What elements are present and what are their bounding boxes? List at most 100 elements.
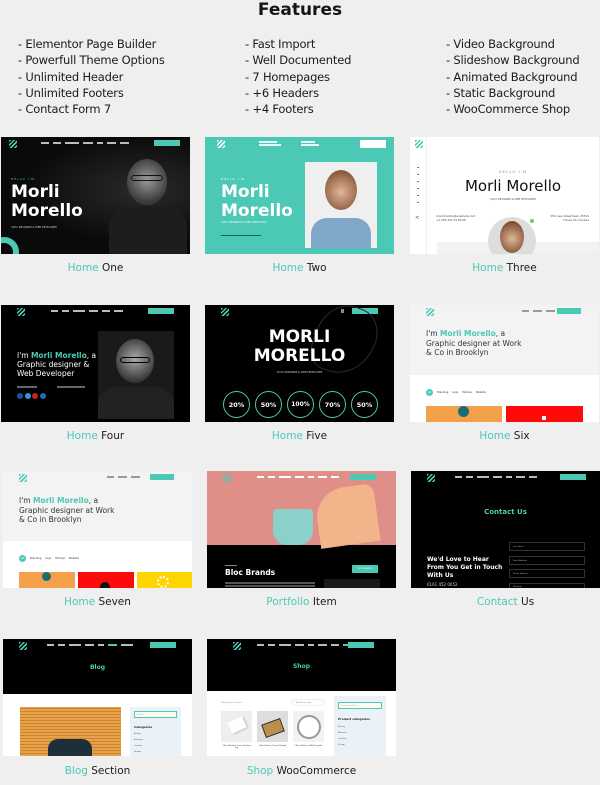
demo-card-home-two[interactable]: HELLO I'M Morli Morello UI/UX DESIGNER &… — [205, 137, 394, 274]
hero-name: MORLI MORELLO — [205, 328, 394, 366]
logo-icon — [415, 140, 423, 148]
demo-thumbnail[interactable]: Shop Showing all 9 results Default sorti… — [207, 639, 396, 756]
demo-card-portfolio-item[interactable]: Bloc Brands VISIT WEBSITE Portfolio Item — [207, 471, 396, 608]
filter-tab[interactable]: Mockup — [462, 391, 472, 394]
demo-caption[interactable]: Home Three — [410, 262, 599, 274]
name-field[interactable]: Your Name — [509, 542, 585, 551]
download-cv-button — [560, 474, 586, 480]
blog-post-image[interactable] — [20, 707, 121, 756]
hero-line: Graphic designer at Work — [426, 338, 522, 348]
product-title[interactable]: Office Branded Cursive Mockup Tag — [221, 745, 252, 749]
logo-icon — [17, 308, 25, 316]
filter-tab[interactable]: Website — [476, 391, 486, 394]
twitter-icon[interactable] — [24, 393, 31, 399]
demo-card-home-three[interactable]: < HELLO I'M Morli Morello UI/UX DESIGNER… — [410, 137, 599, 274]
stat-circle: 50% — [351, 391, 378, 418]
info-box — [324, 579, 380, 588]
demo-card-home-four[interactable]: I'm Morli Morello, a Graphic designer & … — [1, 305, 190, 442]
face-shape — [325, 170, 357, 210]
product-art — [261, 718, 285, 738]
headline-line: We'd Love to Hear — [427, 556, 489, 563]
demo-thumbnail[interactable]: HELLO I'M Morli Morello UI/UX DESIGNER &… — [205, 137, 394, 254]
page-heading: Contact Us — [484, 508, 527, 516]
demo-caption[interactable]: Blog Section — [3, 765, 192, 777]
demo-caption[interactable]: Home Four — [1, 430, 190, 442]
demo-caption[interactable]: Home Two — [205, 262, 394, 274]
youtube-icon[interactable] — [32, 393, 38, 399]
contact-right: 550 new street town 25510 House 20, Cana… — [550, 214, 589, 222]
demo-thumbnail[interactable]: Contact Us We'd Love to Hear From You Ge… — [411, 471, 600, 588]
nav-links — [257, 644, 348, 646]
demo-thumbnail[interactable]: I'm Morli Morello, a Graphic designer at… — [410, 305, 599, 422]
facebook-icon[interactable] — [17, 393, 23, 399]
hero-name-line: Morello — [11, 201, 83, 221]
logo-icon — [221, 308, 229, 316]
demo-thumbnail[interactable]: I'm Morli Morello, a Graphic designer & … — [1, 305, 190, 422]
demo-thumbnail[interactable]: HELLO I'M Morli Morello UI/UX DESIGNER &… — [1, 137, 190, 254]
visit-website-button: VISIT WEBSITE — [352, 565, 378, 573]
hero-subtitle: UI/UX DESIGNER & WEB DEVELOPER — [221, 221, 267, 224]
filter-tab[interactable]: Logo — [45, 557, 51, 560]
demo-caption[interactable]: Home One — [1, 262, 190, 274]
demo-caption[interactable]: Home Seven — [3, 596, 192, 608]
demo-thumbnail[interactable]: MORLI MORELLO UI/UX DESIGNER & WEB DEVEL… — [205, 305, 394, 422]
email-field[interactable]: Email Address — [509, 555, 585, 565]
message-field[interactable]: Message — [509, 582, 585, 588]
filter-tab[interactable]: Website — [69, 557, 79, 560]
product-image[interactable] — [257, 711, 288, 742]
filter-tab[interactable]: Logo — [452, 391, 458, 394]
filter-tab[interactable]: Branding — [30, 557, 41, 560]
address-info — [301, 144, 319, 146]
portrait-photo — [305, 162, 377, 248]
hero-line: I'm Morli Morello, a — [17, 351, 96, 360]
demo-card-contact-us[interactable]: Contact Us We'd Love to Hear From You Ge… — [411, 471, 600, 608]
search-input[interactable]: Search Products... — [338, 702, 382, 709]
demo-card-shop-woocommerce[interactable]: Shop Showing all 9 results Default sorti… — [207, 639, 396, 777]
demo-caption[interactable]: Shop WooCommerce — [207, 765, 396, 777]
demo-thumbnail[interactable]: Blog Search... Categories Beauty Busines… — [3, 639, 192, 756]
hero-name-line: Morello — [221, 201, 293, 221]
sort-select[interactable]: Default sorting — [291, 699, 325, 706]
feature-item: - Contact Form 7 — [18, 102, 111, 117]
product-image[interactable] — [221, 711, 252, 742]
features-column-3: - Video Background - Slideshow Backgroun… — [446, 36, 580, 117]
demo-caption[interactable]: Home Six — [410, 430, 599, 442]
demo-card-home-five[interactable]: MORLI MORELLO UI/UX DESIGNER & WEB DEVEL… — [205, 305, 394, 442]
nav-links — [455, 476, 537, 478]
caption-accent: Home — [272, 262, 304, 274]
demo-card-home-one[interactable]: HELLO I'M Morli Morello UI/UX DESIGNER &… — [1, 137, 190, 274]
search-input[interactable]: Search... — [134, 711, 177, 718]
filter-tab[interactable]: Branding — [437, 391, 448, 394]
category-link[interactable]: Design — [134, 749, 143, 755]
feature-item: - Well Documented — [245, 53, 352, 68]
nav-links — [47, 644, 133, 646]
phone-field[interactable]: Phone Number — [509, 569, 585, 578]
hand-shape — [313, 483, 381, 549]
product-image[interactable] — [293, 711, 324, 742]
category-link[interactable]: Design — [338, 742, 347, 748]
hero-post: , a — [86, 351, 97, 360]
demo-caption[interactable]: Home Five — [205, 430, 394, 442]
download-cv-button — [148, 308, 174, 314]
categories-title: Categories — [134, 725, 153, 729]
product-title[interactable]: Office Product Cursive Mockup — [257, 745, 288, 747]
demo-caption[interactable]: Contact Us — [411, 596, 600, 608]
demo-thumbnail[interactable]: I'm Morli Morello, a Graphic designer at… — [3, 471, 192, 588]
filter-tab-all[interactable]: All — [426, 389, 433, 396]
categories-list: Beauty Business Creative Design — [134, 731, 143, 755]
demo-card-home-six[interactable]: I'm Morli Morello, a Graphic designer at… — [410, 305, 599, 442]
demo-thumbnail[interactable]: < HELLO I'M Morli Morello UI/UX DESIGNER… — [410, 137, 599, 254]
hero-name: Morli Morello — [32, 496, 89, 505]
features-list: - Elementor Page Builder - Powerfull The… — [0, 36, 600, 121]
portfolio-tile — [426, 406, 502, 422]
demo-thumbnail[interactable]: Bloc Brands VISIT WEBSITE — [207, 471, 396, 588]
demo-card-home-seven[interactable]: I'm Morli Morello, a Graphic designer at… — [3, 471, 192, 608]
filter-tab-all[interactable]: All — [19, 555, 26, 562]
demo-card-blog-section[interactable]: Blog Search... Categories Beauty Busines… — [3, 639, 192, 777]
demo-caption[interactable]: Portfolio Item — [207, 596, 396, 608]
product-title[interactable]: Office Product In Wall Template — [293, 745, 324, 747]
contact-headline: We'd Love to Hear From You Get in Touch … — [427, 556, 502, 580]
feature-item: - Elementor Page Builder — [18, 37, 157, 51]
filter-tab[interactable]: Mockup — [55, 557, 65, 560]
linkedin-icon[interactable] — [39, 393, 46, 399]
